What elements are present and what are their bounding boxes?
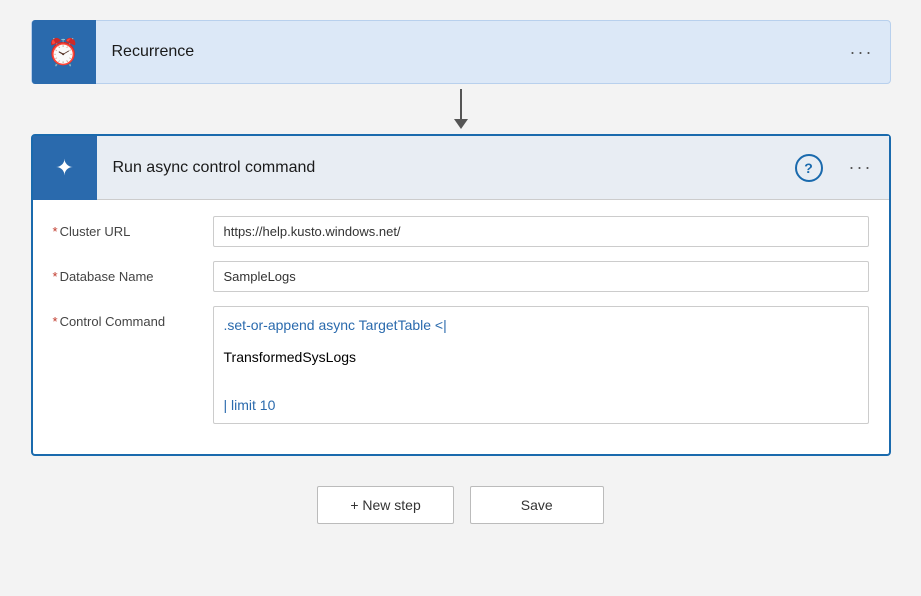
action-icon-box: ✦ — [33, 136, 97, 200]
arrow-connector — [454, 84, 468, 134]
cmd-line-3: | limit 10 — [224, 397, 858, 413]
action-card-header: ✦ Run async control command ? ··· — [33, 136, 889, 200]
required-marker: * — [53, 224, 58, 239]
action-card-body: *Cluster URL *Database Name *Control Com… — [33, 200, 889, 454]
help-button[interactable]: ? — [795, 154, 823, 182]
required-marker-2: * — [53, 269, 58, 284]
recurrence-card: ⏰ Recurrence ··· — [31, 20, 891, 84]
kusto-icon: ✦ — [55, 155, 73, 181]
recurrence-title: Recurrence — [96, 43, 834, 61]
cluster-url-label: *Cluster URL — [53, 216, 213, 239]
database-name-input[interactable] — [213, 261, 869, 292]
control-command-label: *Control Command — [53, 306, 213, 329]
database-name-row: *Database Name — [53, 261, 869, 292]
action-more-button[interactable]: ··· — [833, 157, 889, 178]
cmd-line-2: TransformedSysLogs — [224, 349, 858, 365]
control-command-field[interactable]: .set-or-append async TargetTable <| Tran… — [213, 306, 869, 424]
action-card: ✦ Run async control command ? ··· *Clust… — [31, 134, 891, 456]
arrow-line — [460, 89, 462, 119]
arrow-head — [454, 119, 468, 129]
clock-icon: ⏰ — [47, 37, 79, 68]
recurrence-more-button[interactable]: ··· — [834, 42, 890, 63]
new-step-button[interactable]: + New step — [317, 486, 453, 524]
database-name-label: *Database Name — [53, 261, 213, 284]
action-title: Run async control command — [97, 159, 795, 177]
control-command-row: *Control Command .set-or-append async Ta… — [53, 306, 869, 424]
save-button[interactable]: Save — [470, 486, 604, 524]
required-marker-3: * — [53, 314, 58, 329]
cmd-line-1: .set-or-append async TargetTable <| — [224, 317, 858, 333]
cluster-url-input[interactable] — [213, 216, 869, 247]
cluster-url-row: *Cluster URL — [53, 216, 869, 247]
bottom-buttons: + New step Save — [317, 486, 603, 524]
recurrence-icon-box: ⏰ — [32, 20, 96, 84]
